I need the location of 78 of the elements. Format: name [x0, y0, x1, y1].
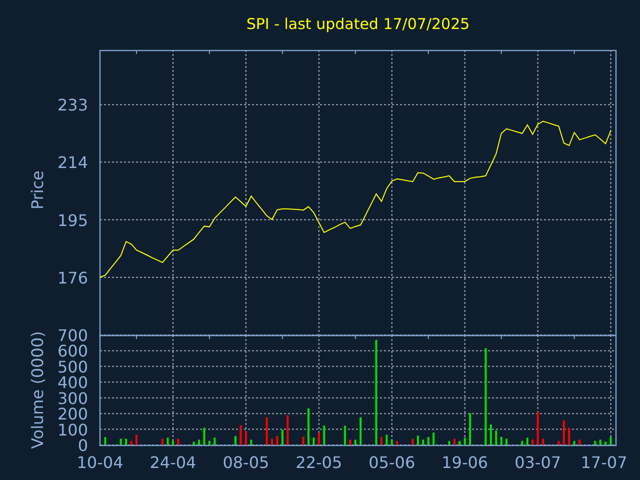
volume-bar [416, 436, 419, 445]
volume-bar [125, 438, 128, 445]
volume-bar [177, 438, 180, 445]
tick-label: 24-04 [150, 453, 196, 472]
tick-label: 10-04 [76, 453, 124, 472]
volume-bar [453, 438, 456, 445]
tick-label: 17-07 [580, 453, 628, 472]
volume-bar [312, 438, 315, 445]
volume-bar [464, 438, 466, 445]
volume-bar [130, 440, 132, 445]
volume-bar [135, 434, 138, 445]
tick-label: 08-05 [222, 453, 270, 472]
tick-label: 22-05 [296, 453, 342, 472]
tick-label: 176 [57, 268, 88, 288]
tick-label: 214 [57, 153, 88, 172]
volume-bar [490, 424, 492, 445]
volume-bar [344, 426, 346, 445]
volume-bar [532, 440, 534, 445]
volume-bar [469, 413, 472, 445]
volume-bar [349, 440, 352, 445]
volume-bar [542, 438, 544, 445]
volume-bar [390, 440, 393, 445]
volume-bar [521, 440, 524, 445]
volume-bar [432, 432, 435, 445]
volume-bar [495, 430, 498, 445]
volume-bar [104, 437, 106, 445]
volume-bar [380, 436, 382, 445]
volume-bar [500, 436, 502, 445]
volume-bar [166, 438, 169, 445]
volume-bar [203, 428, 206, 445]
volume-bar [458, 440, 461, 445]
volume-bar [240, 425, 242, 445]
volume-bar [594, 440, 596, 445]
volume-bar [198, 440, 200, 445]
volume-bar [448, 440, 450, 445]
volume-bar [323, 426, 326, 445]
volume-bar [120, 438, 122, 445]
tick-label: 195 [57, 210, 88, 230]
axis-title: Volume (0000) [28, 331, 47, 449]
volume-bar [422, 440, 424, 445]
volume-bar [599, 440, 602, 445]
volume-bar [412, 438, 414, 445]
volume-bar [562, 420, 565, 445]
volume-bar [172, 440, 174, 445]
volume-bar [396, 440, 398, 445]
volume-bar [360, 417, 362, 445]
axis-title: Price [28, 170, 47, 210]
volume-bar [526, 438, 528, 445]
volume-bar [281, 430, 284, 445]
volume-bar [208, 440, 210, 445]
volume-bar [214, 438, 216, 445]
volume-bar [604, 442, 607, 445]
volume-bar [506, 438, 508, 445]
volume-bar [234, 436, 237, 445]
volume-bar [192, 442, 195, 445]
volume-bar [307, 408, 310, 445]
volume-bar [162, 438, 164, 445]
volume-bar [276, 436, 278, 445]
volume-bar [244, 431, 247, 445]
tick-label: 233 [57, 96, 88, 115]
volume-bar [558, 440, 560, 445]
volume-bar [568, 428, 570, 445]
volume-bar [354, 440, 356, 445]
tick-label: 19-06 [442, 453, 488, 472]
chart-title: SPI - last updated 17/07/2025 [246, 14, 470, 34]
volume-bar [578, 440, 581, 445]
volume-bar [302, 436, 304, 445]
volume-bar [386, 434, 388, 445]
volume-bar [266, 417, 268, 445]
tick-label: 05-06 [368, 453, 416, 472]
volume-bar [610, 436, 612, 445]
volume-bar [250, 440, 252, 445]
volume-bar [286, 415, 289, 445]
volume-bar [318, 432, 320, 445]
tick-label: 03-07 [514, 453, 562, 472]
volume-bar [573, 440, 576, 445]
volume-bar [536, 412, 539, 445]
volume-bar [427, 436, 430, 445]
